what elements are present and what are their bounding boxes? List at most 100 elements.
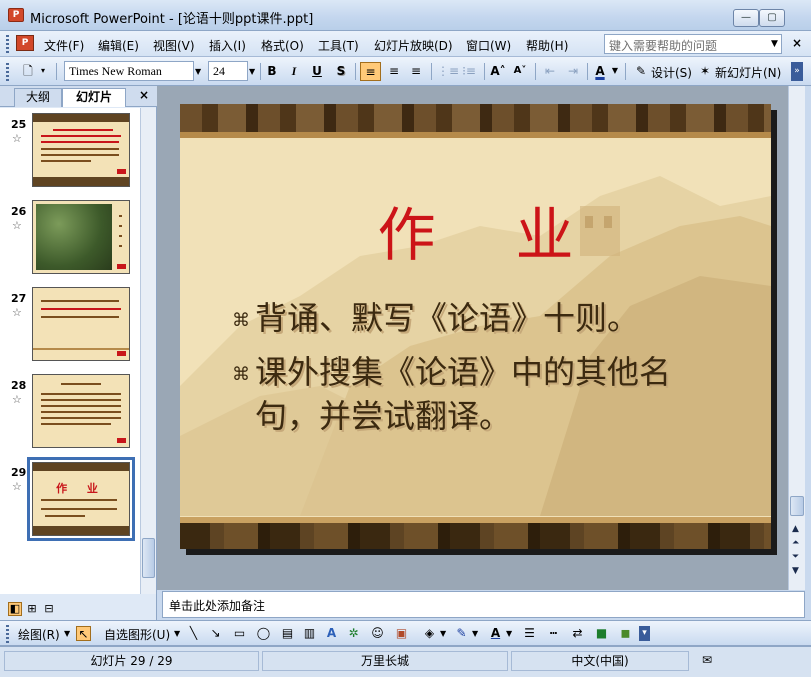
slide-title[interactable]: 作业 — [180, 200, 771, 270]
underline-button[interactable]: U — [309, 62, 325, 81]
vertical-textbox-icon[interactable]: ▥ — [302, 626, 317, 641]
drawing-toolbar-overflow-icon[interactable]: ▾ — [639, 626, 650, 641]
slide-bullet-2-continued[interactable]: 句，并尝试翻译。 — [255, 394, 511, 438]
toolbar-overflow-icon[interactable]: » — [791, 62, 803, 81]
design-button[interactable]: 设计(S) — [651, 64, 692, 81]
arrow-style-icon[interactable]: ⇄ — [570, 626, 585, 641]
previous-slide-icon[interactable]: ⏶ — [792, 538, 799, 548]
menu-help[interactable]: 帮助(H) — [526, 37, 568, 54]
help-search-input[interactable]: 键入需要帮助的问题 — [604, 34, 782, 54]
wordart-icon[interactable]: A — [324, 626, 339, 641]
menu-format[interactable]: 格式(O) — [261, 37, 304, 54]
font-size-dropdown-icon[interactable]: ▼ — [249, 67, 255, 76]
normal-view-icon[interactable]: ◧ — [8, 602, 22, 616]
line-style-icon[interactable]: ☰ — [522, 626, 537, 641]
draw-dropdown-icon[interactable]: ▼ — [64, 629, 70, 638]
slide-thumbnail-28[interactable] — [32, 374, 130, 448]
insert-picture-icon[interactable]: ▣ — [394, 626, 409, 641]
menu-edit[interactable]: 编辑(E) — [98, 37, 139, 54]
italic-button[interactable]: I — [286, 62, 302, 81]
increase-font-icon[interactable]: A˄ — [489, 62, 507, 81]
toolbar-grip[interactable] — [6, 63, 9, 81]
line-tool-icon[interactable]: ╲ — [186, 626, 201, 641]
align-right-icon[interactable]: ≡ — [407, 62, 425, 81]
notes-pane[interactable]: 单击此处添加备注 — [162, 591, 805, 618]
current-slide[interactable]: 作业 ⌘ 背诵、默写《论语》十则。 ⌘ 课外搜集《论语》中的其他名 句，并尝试翻… — [180, 104, 771, 549]
autoshapes-dropdown-icon[interactable]: ▼ — [174, 629, 180, 638]
font-color-icon[interactable]: A — [592, 62, 608, 81]
slide-thumbnail-25[interactable] — [32, 113, 130, 187]
new-document-icon[interactable]: 🗋 — [20, 62, 36, 81]
scroll-down-icon[interactable]: ▼ — [792, 566, 799, 576]
select-objects-icon[interactable]: ↖ — [76, 626, 91, 641]
powerpoint-app-icon[interactable]: P — [8, 8, 24, 22]
menu-insert[interactable]: 插入(I) — [209, 37, 246, 54]
next-slide-icon[interactable]: ⏷ — [792, 552, 799, 562]
numbering-icon[interactable]: ⋮≡ — [437, 62, 459, 81]
line-color-dropdown-icon[interactable]: ▼ — [472, 629, 478, 638]
menu-file[interactable]: 文件(F) — [44, 37, 84, 54]
menu-view[interactable]: 视图(V) — [153, 37, 195, 54]
document-icon[interactable]: P — [16, 35, 34, 51]
help-dropdown-icon[interactable]: ▼ — [771, 39, 778, 49]
scroll-up-icon[interactable]: ▲ — [792, 524, 799, 534]
font-size-combo[interactable]: 24 — [208, 61, 248, 81]
tab-slides[interactable]: 幻灯片 — [62, 88, 126, 107]
menu-tools[interactable]: 工具(T) — [318, 37, 359, 54]
decrease-indent-icon[interactable]: ⇤ — [541, 62, 559, 81]
minimize-button[interactable]: — — [733, 9, 759, 27]
slide-thumbnail-29[interactable]: 作 业 — [27, 457, 135, 541]
slide-bullet-2[interactable]: 课外搜集《论语》中的其他名 — [255, 350, 671, 394]
arrow-tool-icon[interactable]: ↘ — [208, 626, 223, 641]
font-name-dropdown-icon[interactable]: ▼ — [195, 67, 201, 76]
autoshapes-button[interactable]: 自选图形(U) — [104, 626, 170, 643]
document-close-button[interactable]: × — [792, 36, 802, 50]
draw-font-color-icon[interactable]: A — [488, 626, 503, 641]
maximize-button[interactable]: ▢ — [759, 9, 785, 27]
3d-style-icon[interactable]: ◼ — [618, 626, 633, 641]
fill-color-icon[interactable]: ◈ — [422, 626, 437, 641]
slides-panel-scrollbar[interactable] — [140, 108, 156, 594]
decrease-font-icon[interactable]: A˅ — [511, 62, 529, 81]
bullets-icon[interactable]: ⁝≡ — [460, 62, 478, 81]
slideshow-view-icon[interactable]: ⊟ — [42, 602, 56, 616]
panel-close-button[interactable]: × — [139, 88, 149, 102]
draw-font-color-dropdown-icon[interactable]: ▼ — [506, 629, 512, 638]
menu-grip[interactable] — [6, 35, 9, 53]
align-left-icon[interactable]: ≡ — [360, 62, 381, 81]
textbox-tool-icon[interactable]: ▤ — [280, 626, 295, 641]
design-icon[interactable]: ✎ — [633, 62, 649, 81]
menu-slideshow[interactable]: 幻灯片放映(D) — [374, 37, 453, 54]
slide-editor-scroll-thumb[interactable] — [790, 496, 804, 516]
align-center-icon[interactable]: ≡ — [385, 62, 403, 81]
slide-editor[interactable]: 作业 ⌘ 背诵、默写《论语》十则。 ⌘ 课外搜集《论语》中的其他名 句，并尝试翻… — [157, 86, 788, 590]
toolbar-options-icon[interactable]: ▾ — [38, 62, 48, 81]
new-slide-icon[interactable]: ✶ — [697, 62, 713, 81]
dash-style-icon[interactable]: ┅ — [546, 626, 561, 641]
tab-outline[interactable]: 大纲 — [14, 88, 62, 107]
draw-menu-button[interactable]: 绘图(R) — [18, 626, 60, 643]
rectangle-tool-icon[interactable]: ▭ — [232, 626, 247, 641]
clipart-icon[interactable]: ☺ — [370, 626, 385, 641]
oval-tool-icon[interactable]: ◯ — [256, 626, 271, 641]
slide-thumbnail-27[interactable] — [32, 287, 130, 361]
slides-panel-scroll-thumb[interactable] — [142, 538, 155, 578]
shadow-button[interactable]: S — [333, 62, 349, 81]
font-color-dropdown-icon[interactable]: ▼ — [610, 62, 620, 81]
increase-indent-icon[interactable]: ⇥ — [564, 62, 582, 81]
diagram-icon[interactable]: ✲ — [346, 626, 361, 641]
shadow-style-icon[interactable]: ■ — [594, 626, 609, 641]
slide-bullet-1[interactable]: 背诵、默写《论语》十则。 — [255, 296, 639, 340]
line-color-icon[interactable]: ✎ — [454, 626, 469, 641]
slide-thumbnail-list[interactable]: 25 ☆ 26 ☆ 27 ☆ 28 ☆ 29 ☆ 作 业 — [0, 108, 140, 594]
drawing-toolbar-grip[interactable] — [6, 625, 9, 643]
fill-color-dropdown-icon[interactable]: ▼ — [440, 629, 446, 638]
slide-thumbnail-26[interactable] — [32, 200, 130, 274]
menu-window[interactable]: 窗口(W) — [466, 37, 511, 54]
slide-editor-scrollbar[interactable]: ▲ ⏶ ⏷ ▼ — [788, 86, 805, 590]
font-name-combo[interactable]: Times New Roman — [64, 61, 194, 81]
new-slide-button[interactable]: 新幻灯片(N) — [715, 64, 781, 81]
slide-sorter-view-icon[interactable]: ⊞ — [25, 602, 39, 616]
spelling-status-icon[interactable]: ✉ — [692, 651, 722, 671]
bold-button[interactable]: B — [264, 62, 280, 81]
